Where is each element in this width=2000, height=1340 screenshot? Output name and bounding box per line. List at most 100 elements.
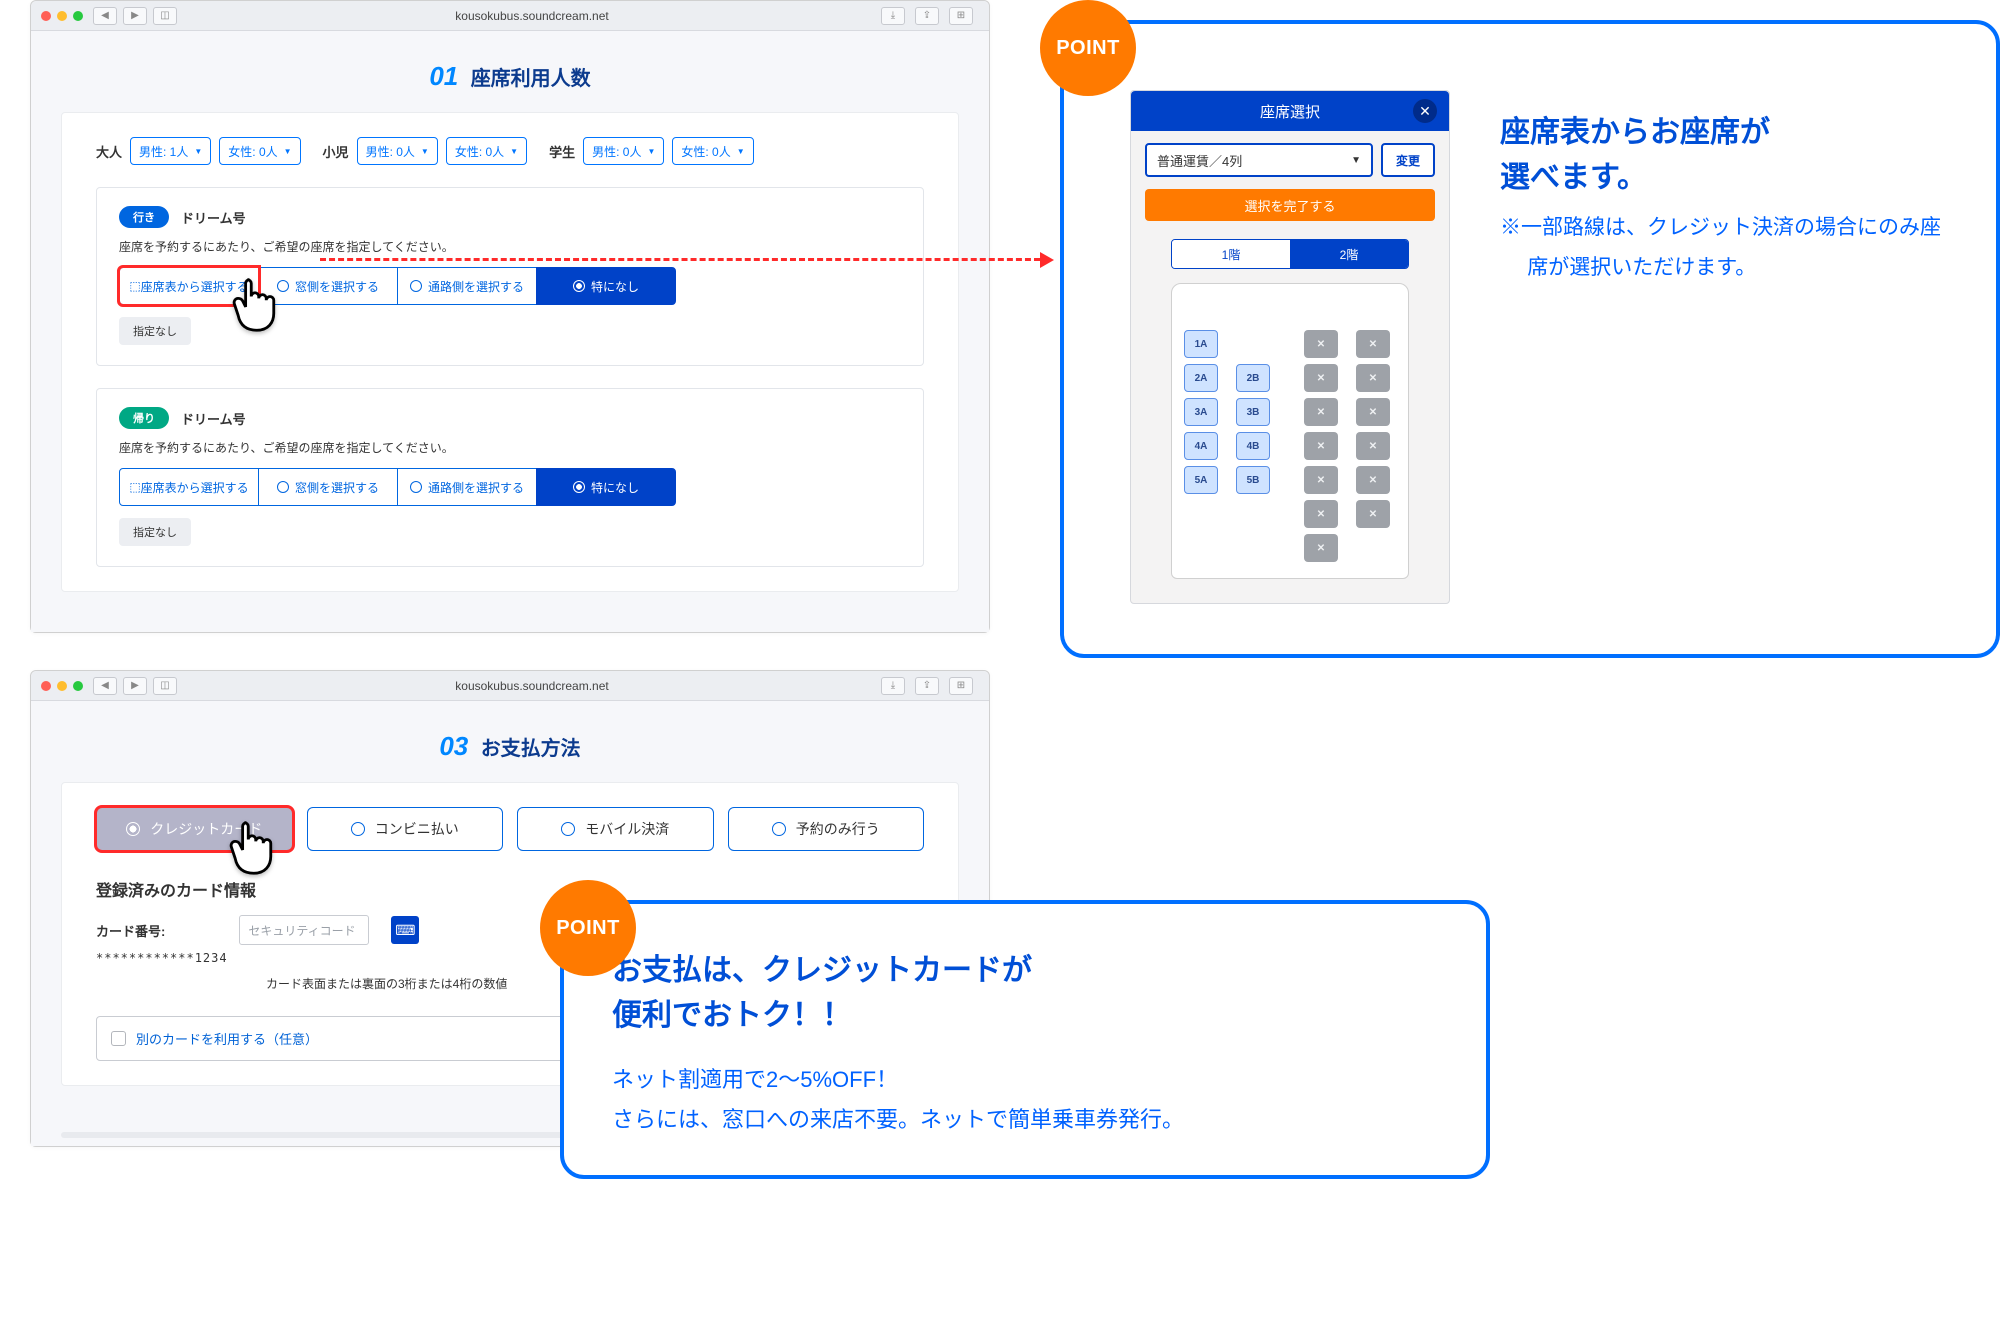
seat-modal: 座席選択 ✕ 普通運賃／4列▼ 変更 選択を完了する 1階 2階 1A✕✕2A2… [1130,90,1450,604]
return-opt-none[interactable]: 特になし [536,468,676,506]
tabs-icon[interactable]: ⊞ [949,677,973,695]
reader-icon[interactable]: ⤓ [881,7,905,25]
sidebar-toggle[interactable]: ◫ [153,677,177,695]
security-code-input[interactable]: セキュリティコード [239,915,369,945]
seat-taken: ✕ [1304,466,1338,494]
fwd-button[interactable]: ▶ [123,677,147,695]
seat-taken: ✕ [1356,432,1390,460]
fare-select[interactable]: 普通運賃／4列▼ [1145,143,1373,177]
seat-row: 2A2B✕✕ [1184,364,1396,392]
child-female-select[interactable]: 女性: 0人▼ [446,137,527,165]
seat-row: 4A 4B ✕ ✕ [1184,432,1396,460]
seat-5A[interactable]: 5A [1184,466,1218,494]
url-display: kousokubus.soundcream.net [183,679,881,693]
callout-note: ※一部路線は、クレジット決済の場合にのみ座席が選択いただけます。 [1500,208,1952,288]
traffic-lights [41,11,83,21]
going-tag: 行き [119,206,169,228]
seat-3B[interactable]: 3B [1236,398,1270,426]
finish-button[interactable]: 選択を完了する [1145,189,1435,221]
sidebar-toggle[interactable]: ◫ [153,7,177,25]
return-none-button[interactable]: 指定なし [119,518,191,546]
section-title: お支払方法 [481,738,581,760]
share-icon[interactable]: ⇪ [915,677,939,695]
going-opt-aisle[interactable]: 通路側を選択する [397,267,537,305]
callout-arrow [320,258,1040,261]
going-opt-window[interactable]: 窓側を選択する [258,267,398,305]
close-icon[interactable]: ✕ [1413,99,1437,123]
section-number: 03 [439,731,468,761]
keypad-icon[interactable]: ⌨ [391,916,419,944]
adult-female-select[interactable]: 女性: 0人▼ [219,137,300,165]
return-desc: 座席を予約するにあたり、ご希望の座席を指定してください。 [119,439,901,456]
going-desc: 座席を予約するにあたり、ご希望の座席を指定してください。 [119,238,901,255]
seat-modal-title: 座席選択 [1260,101,1320,122]
seat-4B[interactable]: 4B [1236,432,1270,460]
pay-reserve-only[interactable]: 予約のみ行う [728,807,925,851]
seat-4A[interactable]: 4A [1184,432,1218,460]
section-number: 01 [429,61,458,91]
going-opt-none[interactable]: 特になし [536,267,676,305]
return-opt-seatmap[interactable]: ⬚ 座席表から選択する [119,468,259,506]
point-seat-callout: POINT 座席選択 ✕ 普通運賃／4列▼ 変更 選択を完了する 1階 2階 1… [1060,20,2000,658]
return-opt-aisle[interactable]: 通路側を選択する [397,468,537,506]
tabs-icon[interactable]: ⊞ [949,7,973,25]
seat-3A[interactable]: 3A [1184,398,1218,426]
seat-row: ✕✕ [1184,500,1396,528]
going-options: ⬚ 座席表から選択する 窓側を選択する 通路側を選択する 特になし [119,267,901,305]
child-male-select[interactable]: 男性: 0人▼ [357,137,438,165]
point-badge: POINT [540,880,636,976]
callout-title-l1: 座席表からお座席が [1500,110,1952,155]
back-button[interactable]: ◀ [93,7,117,25]
student-male-select[interactable]: 男性: 0人▼ [583,137,664,165]
adult-label: 大人 [96,142,122,161]
traffic-lights [41,681,83,691]
share-icon[interactable]: ⇪ [915,7,939,25]
seat-taken: ✕ [1304,534,1338,562]
back-button[interactable]: ◀ [93,677,117,695]
going-none-button[interactable]: 指定なし [119,317,191,345]
callout-title-l1: お支払は、クレジットカードが [612,948,1438,993]
seat-row: 3A3B✕✕ [1184,398,1396,426]
tab-floor1[interactable]: 1階 [1172,240,1290,268]
student-female-select[interactable]: 女性: 0人▼ [672,137,753,165]
seat-grid: 1A✕✕2A2B✕✕3A3B✕✕4A4B✕✕5A5B✕✕✕✕✕ [1184,330,1396,562]
seat-taken: ✕ [1356,330,1390,358]
change-button[interactable]: 変更 [1381,143,1435,177]
seat-taken: ✕ [1304,432,1338,460]
passenger-card: 大人 男性: 1人▼ 女性: 0人▼ 小児 男性: 0人▼ 女性: 0人▼ 学生… [61,112,959,592]
seat-row: 5A5B✕✕ [1184,466,1396,494]
seat-1A[interactable]: 1A [1184,330,1218,358]
passenger-row: 大人 男性: 1人▼ 女性: 0人▼ 小児 男性: 0人▼ 女性: 0人▼ 学生… [96,137,924,165]
callout-text: 座席表からお座席が 選べます。 ※一部路線は、クレジット決済の場合にのみ座席が選… [1500,90,1952,288]
section-header: 01 座席利用人数 [61,61,959,92]
tab-floor2[interactable]: 2階 [1290,240,1408,268]
fwd-button[interactable]: ▶ [123,7,147,25]
seat-taken: ✕ [1304,330,1338,358]
seat-taken: ✕ [1304,500,1338,528]
callout-title-l2: 選べます。 [1500,155,1952,200]
seat-row: ✕ [1184,534,1396,562]
pay-convenience[interactable]: コンビニ払い [307,807,504,851]
pay-mobile[interactable]: モバイル決済 [517,807,714,851]
seat-2A[interactable]: 2A [1184,364,1218,392]
return-opt-window[interactable]: 窓側を選択する [258,468,398,506]
point-payment-callout: POINT お支払は、クレジットカードが 便利でおトク！！ ネット割適用で2〜5… [560,900,1490,1179]
registered-title: 登録済みのカード情報 [96,877,924,901]
student-label: 学生 [549,142,575,161]
going-opt-seatmap[interactable]: ⬚ 座席表から選択する [119,267,259,305]
going-name: ドリーム号 [181,208,246,227]
callout-title-l2: 便利でおトク！！ [612,993,1438,1038]
url-display: kousokubus.soundcream.net [183,9,881,23]
payment-method-row: クレジットカード コンビニ払い モバイル決済 予約のみ行う [96,807,924,851]
seat-2B[interactable]: 2B [1236,364,1270,392]
pay-credit[interactable]: クレジットカード [96,807,293,851]
adult-male-select[interactable]: 男性: 1人▼ [130,137,211,165]
reader-icon[interactable]: ⤓ [881,677,905,695]
browser-chrome: ◀ ▶ ◫ kousokubus.soundcream.net ⤓ ⇪ ⊞ [31,1,989,31]
checkbox[interactable] [111,1031,126,1046]
page-body: 01 座席利用人数 大人 男性: 1人▼ 女性: 0人▼ 小児 男性: 0人▼ … [31,31,989,632]
return-options: ⬚ 座席表から選択する 窓側を選択する 通路側を選択する 特になし [119,468,901,506]
point-badge: POINT [1040,0,1136,96]
seat-5B[interactable]: 5B [1236,466,1270,494]
seat-taken: ✕ [1356,398,1390,426]
